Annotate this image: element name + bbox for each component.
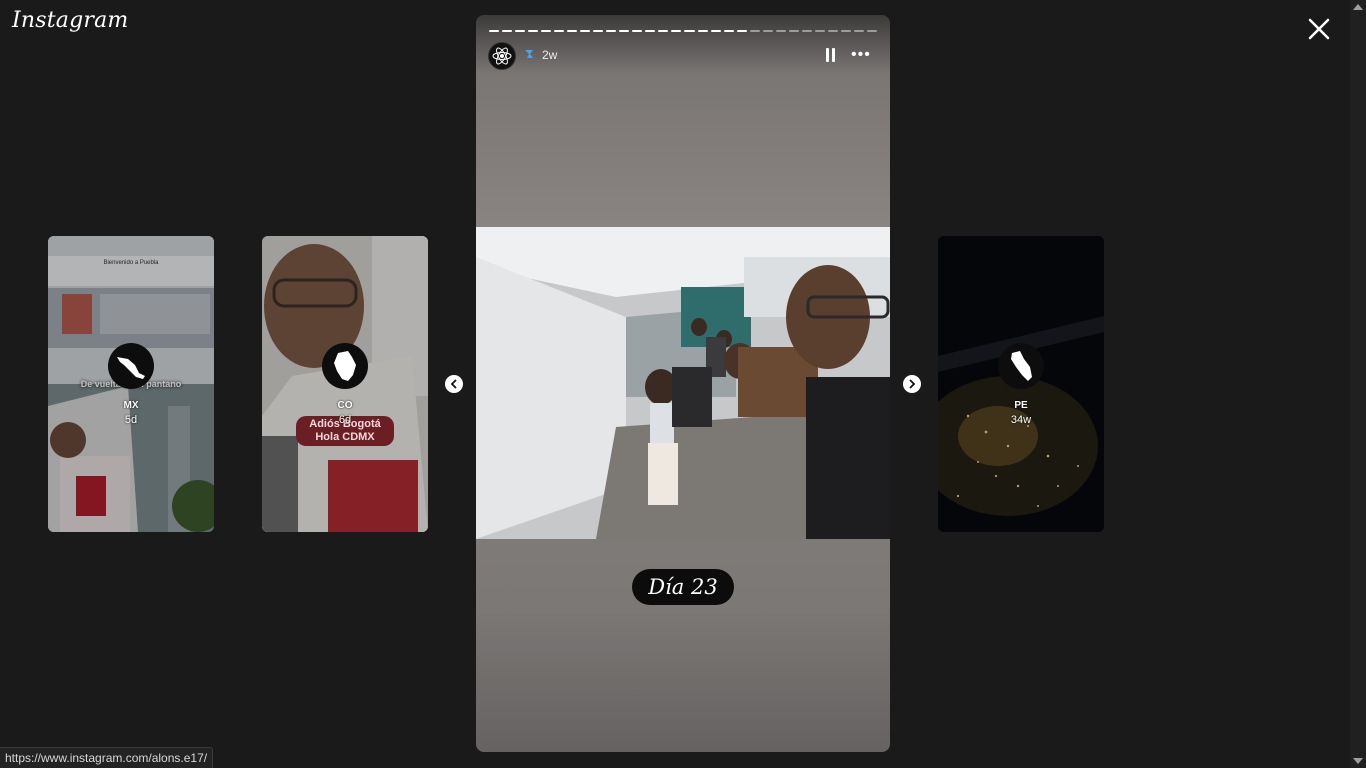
next-story-button[interactable] (903, 375, 921, 393)
preview-age: 6d (338, 414, 352, 426)
progress-segment (489, 30, 500, 32)
preview-username: PE (1014, 400, 1028, 411)
peru-map-icon (1011, 351, 1032, 381)
colombia-map-icon (334, 351, 356, 381)
avatar[interactable] (488, 42, 516, 70)
progress-segment (723, 30, 734, 32)
scroll-down-arrow[interactable] (1353, 758, 1363, 764)
avatar (322, 343, 368, 389)
story-badge-icon (525, 50, 533, 58)
previous-story-button[interactable] (445, 375, 463, 393)
progress-segment (632, 30, 643, 32)
chevron-right-icon (909, 379, 916, 389)
progress-segment (658, 30, 669, 32)
avatar (108, 343, 154, 389)
close-icon[interactable] (1306, 16, 1332, 42)
progress-segment (788, 30, 799, 32)
chevron-left-icon (450, 379, 457, 389)
story-viewer[interactable]: 2w ••• Día 23 (476, 15, 890, 752)
progress-segment (840, 30, 851, 32)
progress-segment (671, 30, 682, 32)
progress-segment (528, 30, 539, 32)
mexico-map-icon (117, 357, 145, 379)
progress-segment (645, 30, 656, 32)
story-caption: Día 23 (632, 569, 734, 605)
story-preview-pe[interactable]: PE 34w (938, 236, 1104, 532)
scroll-up-arrow[interactable] (1353, 4, 1363, 10)
progress-segment (762, 30, 773, 32)
progress-segment (866, 30, 877, 32)
preview-age: 5d (124, 414, 138, 426)
progress-segment (684, 30, 695, 32)
progress-segment (567, 30, 578, 32)
story-age: 2w (542, 48, 558, 62)
progress-segment (775, 30, 786, 32)
progress-segment (515, 30, 526, 32)
preview-username: MX (123, 400, 139, 411)
more-icon[interactable]: ••• (851, 47, 871, 63)
progress-segment (736, 30, 747, 32)
status-bar-url: https://www.instagram.com/alons.e17/ (0, 747, 214, 768)
instagram-logo[interactable]: Instagram (12, 8, 128, 33)
preview-age: 34w (1010, 414, 1032, 426)
story-preview-mx[interactable]: Bienvenido a Puebla De vuelta en el pant… (48, 236, 214, 532)
progress-segment (541, 30, 552, 32)
progress-segment (502, 30, 513, 32)
page-scrollbar[interactable] (1350, 0, 1366, 768)
progress-segment (827, 30, 838, 32)
progress-segment (554, 30, 565, 32)
progress-segment (580, 30, 591, 32)
pause-icon[interactable] (826, 48, 836, 62)
progress-segment (697, 30, 708, 32)
progress-segment (801, 30, 812, 32)
progress-segment (853, 30, 864, 32)
story-progress-bar (489, 30, 877, 32)
preview-username: CO (337, 400, 353, 411)
progress-segment (606, 30, 617, 32)
story-photo-drawing (476, 227, 890, 539)
story-preview-co[interactable]: Adiós Bogotá Hola CDMX CO 6d (262, 236, 428, 532)
progress-segment (619, 30, 630, 32)
progress-segment (710, 30, 721, 32)
avatar (998, 343, 1044, 389)
atom-icon (492, 47, 512, 65)
progress-segment (814, 30, 825, 32)
progress-segment (749, 30, 760, 32)
progress-segment (593, 30, 604, 32)
story-photo (476, 227, 890, 539)
